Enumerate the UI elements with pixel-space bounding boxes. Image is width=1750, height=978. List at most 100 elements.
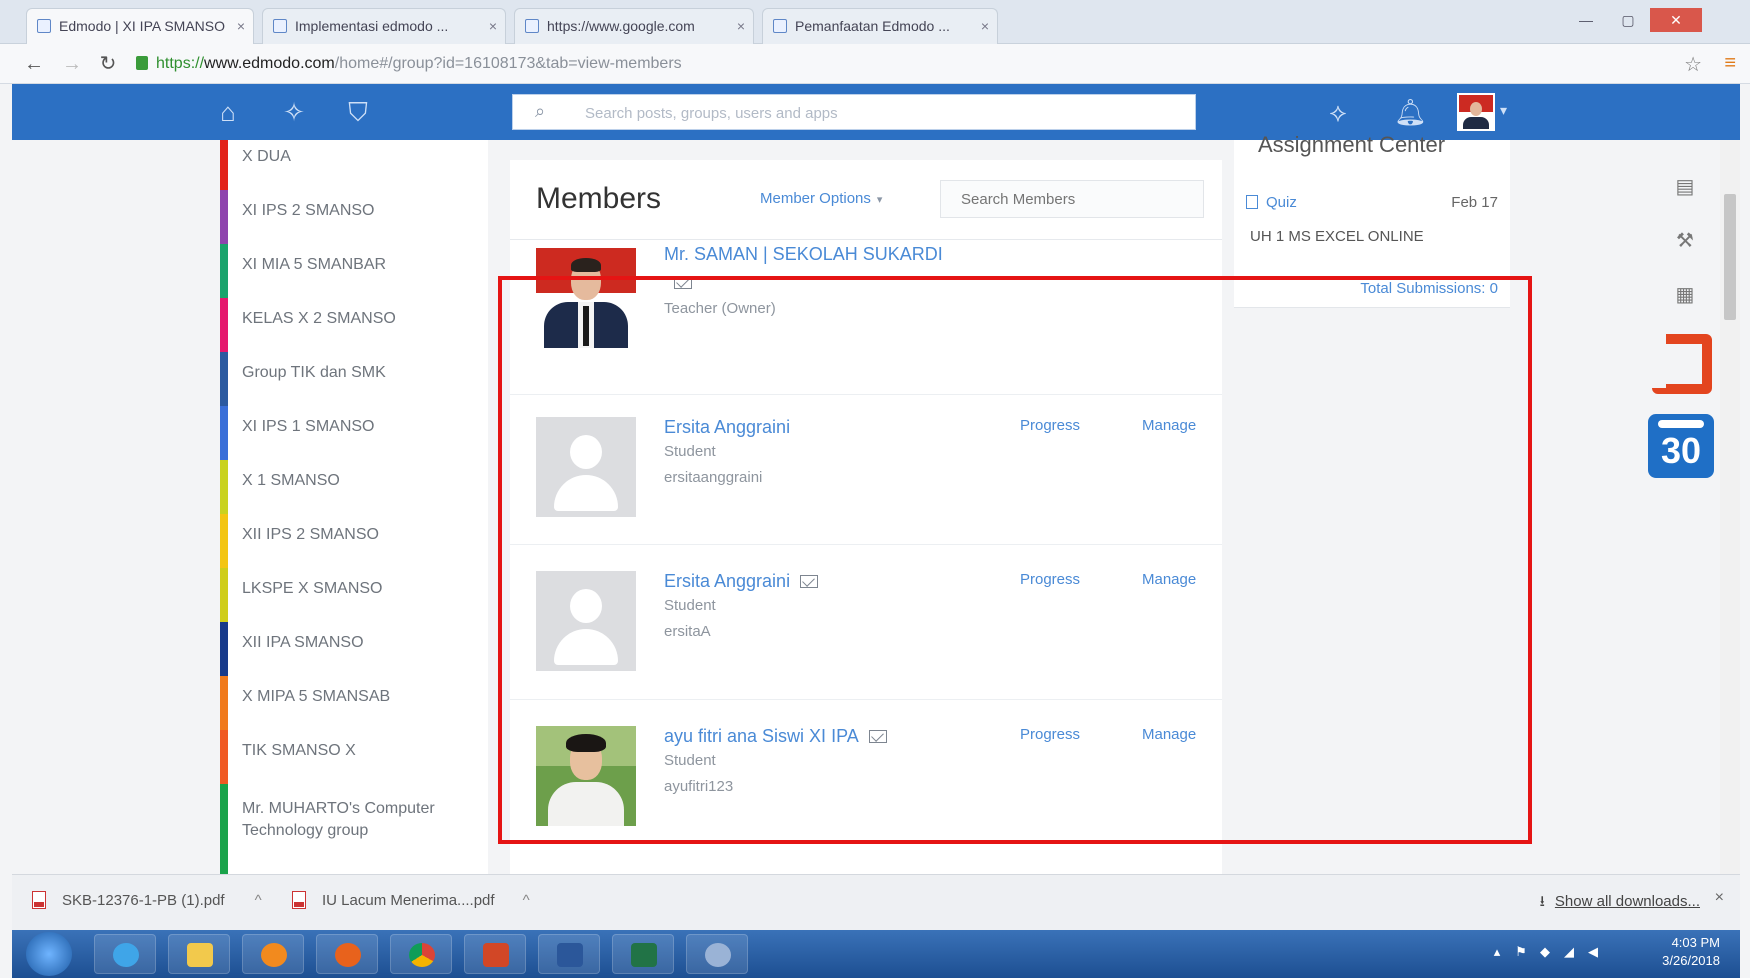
powerpoint-taskbar-icon[interactable]: [464, 934, 526, 974]
search-members-input[interactable]: [940, 180, 1204, 218]
forward-arrow-icon[interactable]: →: [60, 52, 84, 76]
browser-tab-4[interactable]: Pemanfaatan Edmodo ... ×: [762, 8, 998, 44]
clock[interactable]: 4:03 PM 3/26/2018: [1662, 934, 1720, 970]
members-panel: Members Member Options ▾ Mr. SAMAN | SEKO…: [510, 160, 1222, 874]
wrench-icon[interactable]: ⚒: [1672, 228, 1698, 254]
member-avatar[interactable]: [536, 417, 636, 517]
group-item[interactable]: XII IPA SMANSO: [220, 622, 488, 676]
office-365-icon[interactable]: [1650, 332, 1712, 394]
tray-volume-icon[interactable]: ◀: [1586, 945, 1600, 959]
calendar-icon[interactable]: 30: [1648, 414, 1714, 478]
page-title: Members: [536, 182, 662, 215]
word-taskbar-icon[interactable]: [538, 934, 600, 974]
ie-taskbar-icon[interactable]: [94, 934, 156, 974]
groups-list: X DUA XI IPS 2 SMANSO XI MIA 5 SMANBAR K…: [220, 140, 488, 874]
member-avatar[interactable]: [536, 248, 636, 348]
progress-link[interactable]: Progress: [1020, 571, 1080, 588]
discover-icon[interactable]: ✧: [278, 96, 310, 128]
quiz-title[interactable]: UH 1 MS EXCEL ONLINE: [1250, 228, 1424, 245]
tray-flag-icon[interactable]: ⚑: [1514, 945, 1528, 959]
group-item[interactable]: TIK SMANSO X: [220, 730, 488, 784]
close-tab-icon[interactable]: ×: [237, 9, 245, 43]
close-downloads-icon[interactable]: ×: [1715, 889, 1724, 907]
chevron-up-icon[interactable]: ^: [523, 892, 530, 909]
lock-icon: [136, 56, 148, 70]
bookmark-star-icon[interactable]: ☆: [1684, 52, 1702, 77]
group-item[interactable]: Group TIK dan SMK: [220, 352, 488, 406]
group-item[interactable]: X DUA: [220, 140, 488, 190]
close-window-icon[interactable]: ✕: [1650, 8, 1702, 32]
group-item[interactable]: X 1 SMANSO: [220, 460, 488, 514]
start-button[interactable]: [26, 932, 72, 976]
close-tab-icon[interactable]: ×: [737, 9, 745, 43]
grid-icon[interactable]: ▦: [1672, 282, 1698, 308]
group-label: Mr. MUHARTO's Computer Technology group: [242, 800, 435, 839]
progress-link[interactable]: Progress: [1020, 726, 1080, 743]
quiz-link[interactable]: Quiz: [1246, 194, 1297, 211]
manage-link[interactable]: Manage: [1142, 571, 1196, 588]
search-input[interactable]: [583, 101, 1143, 125]
member-name[interactable]: ayu fitri ana Siswi XI IPA: [664, 726, 887, 747]
group-item[interactable]: KELAS X 2 SMANSO: [220, 298, 488, 352]
group-item[interactable]: X MIPA 5 SMANSAB: [220, 676, 488, 730]
download-item[interactable]: SKB-12376-1-PB (1).pdf ^: [32, 891, 262, 909]
reload-icon[interactable]: ↻: [96, 52, 120, 76]
manage-link[interactable]: Manage: [1142, 417, 1196, 434]
spotlight-icon[interactable]: ⟡: [1322, 96, 1354, 128]
member-name[interactable]: Ersita Anggraini: [664, 417, 790, 438]
media-player-taskbar-icon[interactable]: [242, 934, 304, 974]
chevron-down-icon[interactable]: ▾: [1500, 102, 1507, 119]
tray-chevron-icon[interactable]: ▴: [1490, 945, 1504, 959]
user-avatar[interactable]: [1457, 93, 1495, 131]
message-envelope-icon[interactable]: [868, 730, 887, 743]
home-icon[interactable]: ⌂: [212, 96, 244, 128]
message-envelope-icon[interactable]: [800, 575, 819, 588]
planner-icon[interactable]: ▤: [1672, 174, 1698, 200]
download-filename: SKB-12376-1-PB (1).pdf: [62, 892, 225, 909]
page-scrollbar[interactable]: [1720, 140, 1740, 874]
browser-menu-icon[interactable]: ≡: [1724, 52, 1736, 75]
progress-link[interactable]: Progress: [1020, 417, 1080, 434]
chevron-up-icon[interactable]: ^: [255, 892, 262, 909]
back-arrow-icon[interactable]: ←: [22, 52, 46, 76]
browser-tab-3[interactable]: https://www.google.com ×: [514, 8, 754, 44]
member-name[interactable]: Mr. SAMAN | SEKOLAH SUKARDI: [664, 244, 943, 265]
windows-taskbar: ▴ ⚑ ◆ ◢ ◀ 4:03 PM 3/26/2018: [12, 930, 1740, 978]
maximize-window-icon[interactable]: ▢: [1608, 8, 1648, 32]
member-name[interactable]: Ersita Anggraini: [664, 571, 819, 592]
chrome-taskbar-icon[interactable]: [390, 934, 452, 974]
group-item[interactable]: LKSPE X SMANSO: [220, 568, 488, 622]
firefox-taskbar-icon[interactable]: [316, 934, 378, 974]
tray-network-icon[interactable]: ◢: [1562, 945, 1576, 959]
group-item[interactable]: XI MIA 5 SMANBAR: [220, 244, 488, 298]
close-tab-icon[interactable]: ×: [489, 9, 497, 43]
tab-title: Edmodo | XI IPA SMANSO: [59, 18, 225, 34]
member-avatar[interactable]: [536, 726, 636, 826]
manage-link[interactable]: Manage: [1142, 726, 1196, 743]
member-avatar[interactable]: [536, 571, 636, 671]
browser-tab-edmodo[interactable]: Edmodo | XI IPA SMANSO ×: [26, 8, 254, 44]
scrollbar-thumb[interactable]: [1724, 194, 1736, 320]
backpack-icon[interactable]: ⛉: [342, 96, 374, 128]
tray-app-icon[interactable]: ◆: [1538, 945, 1552, 959]
tab-title: Implementasi edmodo ...: [295, 18, 449, 34]
paint-taskbar-icon[interactable]: [686, 934, 748, 974]
download-item[interactable]: IU Lacum Menerima....pdf ^: [292, 891, 530, 909]
close-tab-icon[interactable]: ×: [981, 9, 989, 43]
notifications-bell-icon[interactable]: 🔔︎: [1394, 96, 1427, 128]
show-all-downloads-link[interactable]: ⭳ Show all downloads...: [1540, 891, 1700, 916]
excel-taskbar-icon[interactable]: [612, 934, 674, 974]
member-role: Student: [664, 597, 716, 614]
group-item[interactable]: XI IPS 2 SMANSO: [220, 190, 488, 244]
group-item[interactable]: Mr. MUHARTO's Computer Technology group: [220, 784, 488, 874]
url-field[interactable]: https://www.edmodo.com/home#/group?id=16…: [136, 50, 1656, 78]
show-all-label: Show all downloads...: [1554, 893, 1700, 910]
explorer-taskbar-icon[interactable]: [168, 934, 230, 974]
group-item[interactable]: XII IPS 2 SMANSO: [220, 514, 488, 568]
minimize-window-icon[interactable]: —: [1566, 8, 1606, 32]
browser-tab-2[interactable]: Implementasi edmodo ... ×: [262, 8, 506, 44]
message-envelope-icon[interactable]: [674, 276, 692, 289]
member-options-dropdown[interactable]: Member Options ▾: [760, 190, 882, 207]
total-submissions-link[interactable]: Total Submissions: 0: [1360, 280, 1498, 297]
group-item[interactable]: XI IPS 1 SMANSO: [220, 406, 488, 460]
